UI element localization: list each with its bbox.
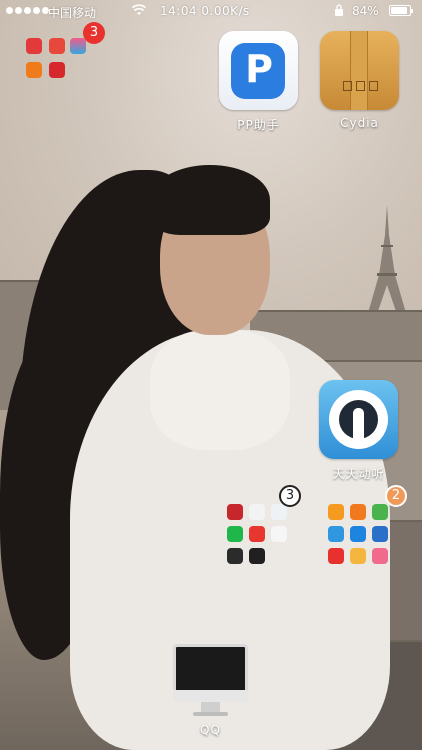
weibo-icon [249,526,265,542]
carrier-name: 中国移动 [48,6,97,20]
star-icon [328,526,344,542]
app-label: Cydia [340,116,379,130]
folder-top-left-badge: 3 [83,22,105,44]
cydia-box-icon [320,31,399,110]
meipai-icon [249,548,265,564]
tmall-icon [49,62,65,78]
status-bar: 中国移动 14:04 0.00K/s 84% [0,0,422,22]
app-icon [350,548,366,564]
signal-dots-icon [6,7,49,14]
pp-assistant-icon: P [219,31,298,110]
time-and-speed: 14:04 0.00K/s [160,4,250,18]
play-icon [271,526,287,542]
soufun-icon [49,38,65,54]
app-qq[interactable]: QQ [171,642,250,737]
app-label: QQ [200,723,221,737]
camera-icon [227,548,243,564]
app-label: 天天动听 [332,467,385,481]
app-pp-assistant[interactable]: P PP助手 [219,31,298,133]
folder-top-left[interactable] [26,38,86,82]
wifi-icon [131,4,147,19]
robe-collar [150,330,290,450]
letv-icon [227,504,243,520]
ttpod-icon [319,380,398,459]
iqiyi-icon [227,526,243,542]
app-icon [328,504,344,520]
netease-news-icon [26,38,42,54]
folder-right[interactable] [326,502,392,568]
color-app-icon [70,38,86,54]
folder-right-badge: 2 [385,485,407,507]
app-cydia[interactable]: Cydia [320,31,399,130]
imac-icon [171,642,250,717]
app-icon [350,504,366,520]
youku-icon [249,504,265,520]
app-icon [372,504,388,520]
battery-percent: 84% [352,4,379,18]
tieba-icon [350,526,366,542]
app-ttpod[interactable]: 天天动听 [319,380,398,482]
folder-middle-badge: 3 [279,485,301,507]
eiffel-tower [366,205,408,320]
folder-middle[interactable] [225,502,291,568]
taobao-icon [26,62,42,78]
app-icon [372,526,388,542]
app-label: PP助手 [237,118,280,132]
app-icon [328,548,344,564]
battery-icon [389,5,413,16]
hair [150,165,270,235]
app-icon [372,548,388,564]
rotation-lock-icon [334,4,344,19]
baidu-video-icon [271,504,287,520]
